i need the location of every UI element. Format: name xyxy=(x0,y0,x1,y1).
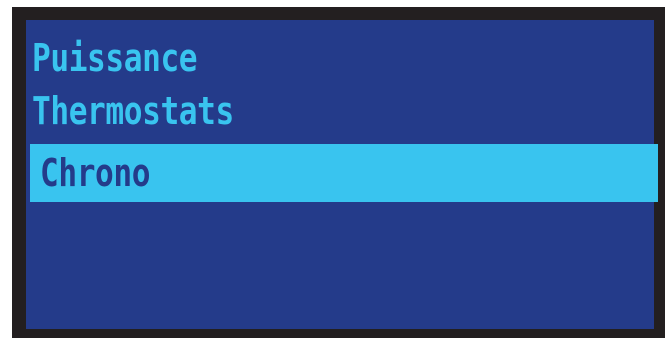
menu-item-chrono-selected[interactable]: Chrono xyxy=(30,144,658,202)
menu-item-puissance[interactable]: Puissance xyxy=(32,31,198,85)
menu-item-chrono-label: Chrono xyxy=(40,151,151,195)
menu-item-thermostats[interactable]: Thermostats xyxy=(32,84,234,138)
lcd-screen: Puissance Thermostats Chrono xyxy=(26,20,658,329)
